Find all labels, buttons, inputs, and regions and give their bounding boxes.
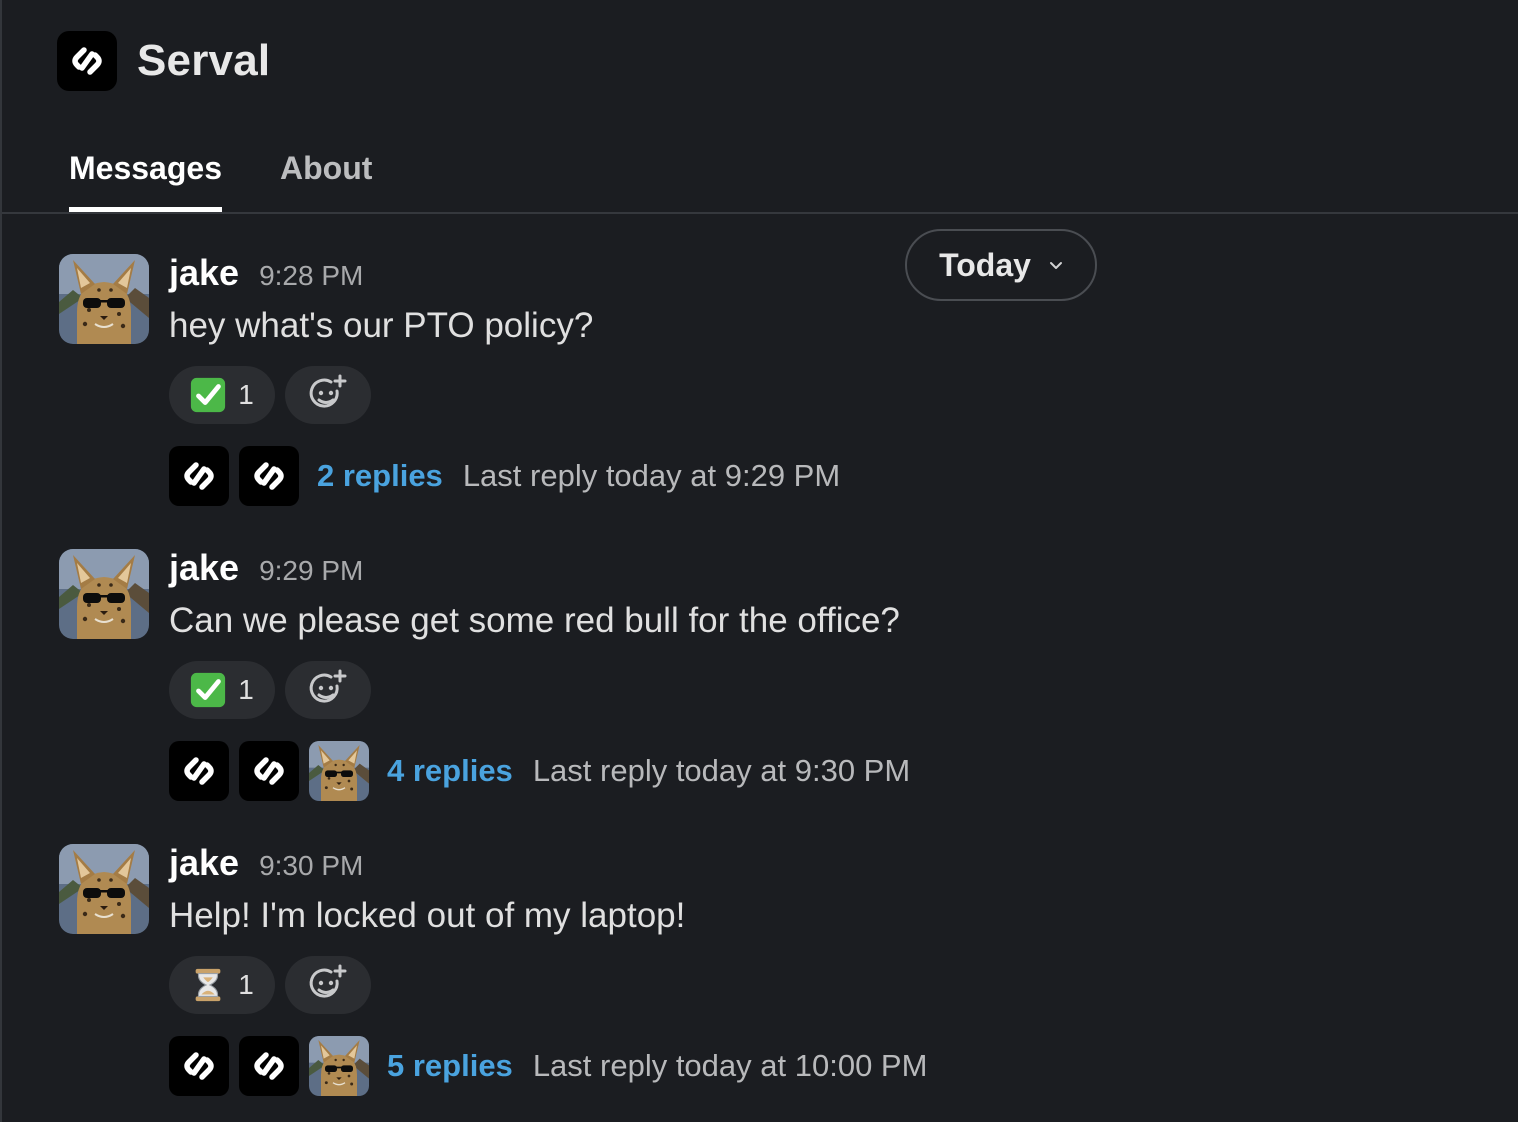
- author-name[interactable]: jake: [169, 842, 239, 884]
- message-text: Help! I'm locked out of my laptop!: [169, 896, 686, 935]
- thread-summary[interactable]: 4 replies Last reply today at 9:30 PM: [169, 741, 910, 801]
- avatar[interactable]: [59, 254, 149, 344]
- message-timestamp[interactable]: 9:28 PM: [259, 260, 363, 292]
- channel-window: Serval Messages About Today jake 9:28 PM…: [0, 0, 1518, 1122]
- add-reaction-icon: [306, 963, 350, 1007]
- message-text: Can we please get some red bull for the …: [169, 601, 900, 640]
- serval-avatar-icon: [169, 741, 229, 801]
- message-header: jake 9:29 PM: [169, 547, 363, 589]
- reaction-count: 1: [238, 969, 254, 1000]
- message-item: jake 9:29 PM Can we please get some red …: [59, 547, 1159, 819]
- message-header: jake 9:28 PM: [169, 252, 363, 294]
- add-reaction-icon: [306, 373, 350, 417]
- last-reply-text: Last reply today at 9:30 PM: [532, 753, 911, 788]
- message-header: jake 9:30 PM: [169, 842, 363, 884]
- message-item: jake 9:28 PM hey what's our PTO policy? …: [59, 252, 1159, 524]
- serval-avatar-icon: [239, 1036, 299, 1096]
- reaction-count: 1: [238, 674, 254, 705]
- avatar[interactable]: [59, 549, 149, 639]
- last-reply-text: Last reply today at 10:00 PM: [532, 1048, 928, 1083]
- reactions-bar: 1: [169, 956, 371, 1014]
- serval-logo-icon[interactable]: [57, 31, 117, 91]
- last-reply-text: Last reply today at 9:29 PM: [462, 458, 841, 493]
- message-text: hey what's our PTO policy?: [169, 306, 594, 345]
- reply-count-link[interactable]: 5 replies: [387, 1048, 513, 1084]
- serval-avatar-icon: [169, 1036, 229, 1096]
- reaction-pill[interactable]: 1: [169, 366, 275, 424]
- reaction-pill[interactable]: 1: [169, 956, 275, 1014]
- add-reaction-button[interactable]: [285, 661, 371, 719]
- reactions-bar: 1: [169, 661, 371, 719]
- message-timestamp[interactable]: 9:30 PM: [259, 850, 363, 882]
- serval-avatar-icon: [239, 741, 299, 801]
- avatar: [309, 741, 369, 801]
- tab-messages[interactable]: Messages: [69, 150, 222, 212]
- add-reaction-button[interactable]: [285, 366, 371, 424]
- thread-summary[interactable]: 5 replies Last reply today at 10:00 PM: [169, 1036, 927, 1096]
- reactions-bar: 1: [169, 366, 371, 424]
- white-check-mark-icon: [188, 375, 228, 415]
- tab-bar: Messages About: [2, 140, 1518, 214]
- white-check-mark-icon: [188, 670, 228, 710]
- tab-about[interactable]: About: [280, 150, 372, 212]
- reply-count-link[interactable]: 4 replies: [387, 753, 513, 789]
- hourglass-icon: [188, 965, 228, 1005]
- add-reaction-icon: [306, 668, 350, 712]
- reply-count-link[interactable]: 2 replies: [317, 458, 443, 494]
- message-timestamp[interactable]: 9:29 PM: [259, 555, 363, 587]
- app-header: Serval: [57, 31, 270, 91]
- author-name[interactable]: jake: [169, 252, 239, 294]
- avatar: [309, 1036, 369, 1096]
- message-item: jake 9:30 PM Help! I'm locked out of my …: [59, 842, 1159, 1114]
- author-name[interactable]: jake: [169, 547, 239, 589]
- thread-summary[interactable]: 2 replies Last reply today at 9:29 PM: [169, 446, 840, 506]
- app-title: Serval: [137, 36, 271, 85]
- serval-avatar-icon: [169, 446, 229, 506]
- reaction-pill[interactable]: 1: [169, 661, 275, 719]
- reaction-count: 1: [238, 379, 254, 410]
- avatar[interactable]: [59, 844, 149, 934]
- serval-avatar-icon: [239, 446, 299, 506]
- add-reaction-button[interactable]: [285, 956, 371, 1014]
